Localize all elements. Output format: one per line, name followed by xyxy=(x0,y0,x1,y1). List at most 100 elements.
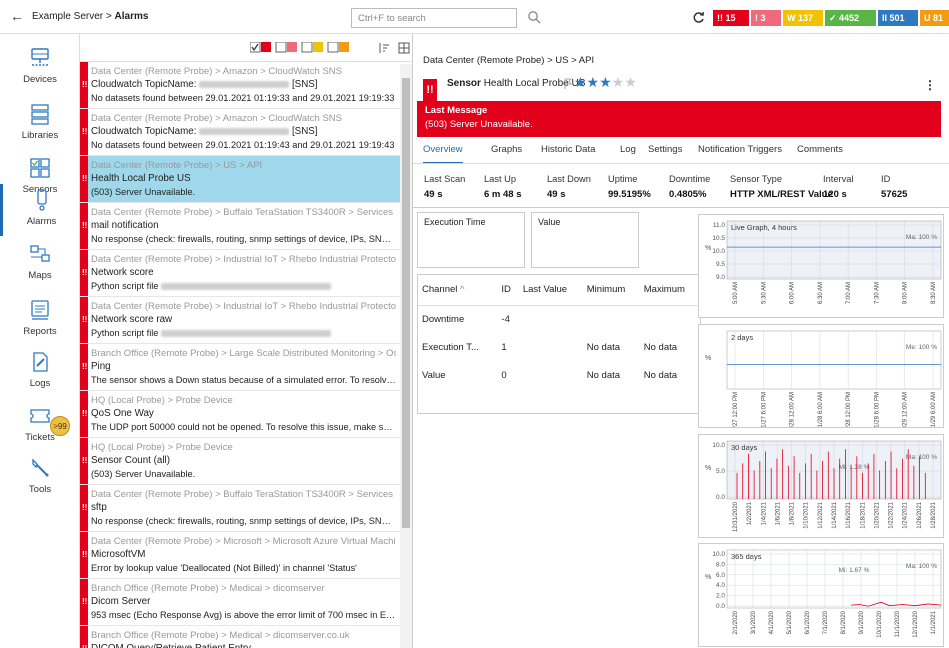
status-badge[interactable]: !! 15 xyxy=(713,10,749,26)
x-tick-label: 5:30 AM xyxy=(761,282,767,304)
nav-alarms-label: Alarms xyxy=(26,216,57,227)
refresh-icon[interactable] xyxy=(692,11,705,24)
table-row[interactable]: Downtime -4 xyxy=(418,305,700,333)
col-last-value[interactable]: Last Value xyxy=(519,275,583,305)
x-tick-label: 1/6/2021 xyxy=(775,501,781,525)
x-tick-label: 11/1/2020 xyxy=(895,610,901,637)
detail-tabs: Overview Graphs Historic Data Log Settin… xyxy=(423,144,943,164)
error-status-icon: !! xyxy=(80,438,88,484)
y-tick-label: 9.5 xyxy=(716,261,725,268)
x-tick-label: 8/1/2020 xyxy=(841,610,847,634)
redacted-text xyxy=(160,330,331,338)
nav-libraries[interactable]: Libraries xyxy=(0,94,80,156)
alarm-list-item[interactable]: !! Data Center (Remote Probe) > Microsoft… xyxy=(80,532,400,579)
alarm-list-item[interactable]: !!Branch Office (Remote Probe) > Medical… xyxy=(80,579,400,626)
alarm-path: HQ (Local Probe) > Probe Device xyxy=(91,395,233,406)
alarm-list-scrollbar[interactable] xyxy=(400,64,412,648)
breadcrumb-server[interactable]: Example Server xyxy=(32,11,103,22)
x-tick-label: 7:30 AM xyxy=(874,282,880,304)
scrollbar-thumb[interactable] xyxy=(402,78,410,528)
graph-365-days[interactable]: 365 days% 10.0 8.0 6.0 4.0 2.0 0.0 2/1/2020 3/1/… xyxy=(698,543,944,647)
alarm-sensor-name: Cloudwatch TopicName: [SNS] xyxy=(91,79,318,90)
x-tick-label: 9/1/2020 xyxy=(859,610,865,634)
x-tick-label: 1/28 12:00 AM xyxy=(790,392,796,428)
alarm-path: Data Center (Remote Probe) > Buffalo Ter… xyxy=(91,207,396,218)
alarm-list-item[interactable]: !! Data Center (Remote Probe) > Amazon > … xyxy=(80,109,400,156)
search-input[interactable]: Ctrl+F to search xyxy=(351,8,517,28)
alarm-list-item[interactable]: !! Data Center (Remote Probe) > Buffalo T… xyxy=(80,485,400,532)
status-badge[interactable]: II 501 xyxy=(878,10,918,26)
back-arrow-icon[interactable]: ← xyxy=(10,8,24,24)
nav-maps[interactable]: Maps xyxy=(0,234,80,296)
tab-log[interactable]: Log xyxy=(620,144,636,155)
alarm-sensor-name: sftp xyxy=(91,502,107,513)
alarm-path: Branch Office (Remote Probe) > Medical >… xyxy=(91,630,350,641)
status-badge[interactable]: W 137 xyxy=(783,10,823,26)
grid-view-icon[interactable] xyxy=(398,42,410,54)
x-tick-label: 8:30 AM xyxy=(931,282,937,304)
sort-icon[interactable] xyxy=(378,42,390,54)
alarm-list-item[interactable]: !! Data Center (Remote Probe) > Buffalo T… xyxy=(80,203,400,250)
error-status-icon: !! xyxy=(80,109,88,155)
y-tick-label: 9.0 xyxy=(716,274,725,281)
alarm-list-item[interactable]: !! Branch Office (Remote Probe) > Large S… xyxy=(80,344,400,391)
tab-notification-triggers[interactable]: Notification Triggers xyxy=(698,144,782,155)
nav-devices-label: Devices xyxy=(23,74,57,85)
search-icon[interactable] xyxy=(527,10,541,24)
col-id[interactable]: ID xyxy=(497,275,518,305)
error-status-icon: !! xyxy=(80,156,88,202)
status-badge[interactable]: ! 3 xyxy=(751,10,781,26)
alarm-path: Branch Office (Remote Probe) > Medical >… xyxy=(91,583,325,594)
table-row[interactable]: Execution T... 1 No data No data xyxy=(418,333,700,361)
nav-devices[interactable]: Devices xyxy=(0,38,80,100)
priority-stars[interactable]: ★★★★★ xyxy=(574,74,637,91)
x-tick-label: 1/14/2021 xyxy=(832,501,838,528)
tab-comments[interactable]: Comments xyxy=(797,144,843,155)
tab-historic-data[interactable]: Historic Data xyxy=(541,144,595,155)
x-tick-label: 1/12/2021 xyxy=(818,501,824,528)
alarm-path: Data Center (Remote Probe) > Microsoft >… xyxy=(91,536,396,547)
alarm-message: The UDP port 50000 could not be opened. … xyxy=(91,422,396,432)
alarm-list-item[interactable]: !! HQ (Local Probe) > Probe Device QoS One… xyxy=(80,391,400,438)
alarm-path: Data Center (Remote Probe) > Amazon > Cl… xyxy=(91,113,342,124)
alarms-icon xyxy=(36,189,47,211)
status-badge[interactable]: ✓ 4452 xyxy=(825,10,876,26)
status-badge[interactable]: U 81 xyxy=(920,10,949,26)
alarm-sensor-name: MicrosoftVM xyxy=(91,549,146,560)
alarm-list-item[interactable]: !! Data Center (Remote Probe) > Industria… xyxy=(80,297,400,344)
nav-maps-label: Maps xyxy=(28,270,52,281)
error-status-icon: !! xyxy=(80,344,88,390)
y-tick-label: 8.0 xyxy=(716,561,725,568)
col-minimum[interactable]: Minimum xyxy=(583,275,640,305)
error-status-icon: !! xyxy=(80,532,88,578)
stat-id: ID 57625 xyxy=(881,174,908,200)
more-menu-icon[interactable]: ⋮ xyxy=(924,78,936,92)
last-message-banner: Last Message (503) Server Unavailable. xyxy=(417,101,941,137)
col-channel[interactable]: Channel ^ xyxy=(418,275,497,305)
status-filter-checkboxes[interactable] xyxy=(249,41,370,57)
last-message-title: Last Message xyxy=(425,105,488,116)
last-message-text: (503) Server Unavailable. xyxy=(425,119,533,130)
x-tick-label: 1/8/2021 xyxy=(790,501,796,525)
tab-settings[interactable]: Settings xyxy=(648,144,682,155)
nav-alarms[interactable]: Alarms xyxy=(0,184,80,236)
x-tick-label: 1/28 12:00 PM xyxy=(846,392,852,428)
nav-logs[interactable]: Logs xyxy=(0,342,80,404)
tab-overview[interactable]: Overview xyxy=(423,144,463,164)
alarm-list-item[interactable]: !! Data Center (Remote Probe) > US > API H… xyxy=(80,156,400,203)
alarm-list-item[interactable]: !! HQ (Local Probe) > Probe Device Sensor … xyxy=(80,438,400,485)
alarm-path: Data Center (Remote Probe) > Amazon > Cl… xyxy=(91,66,342,77)
col-maximum[interactable]: Maximum xyxy=(640,275,700,305)
graph-2-days[interactable]: 2 days% 1/27 12:00 PM 1/27 6:00 PM 1/28 12:… xyxy=(698,324,944,428)
alarm-path: Data Center (Remote Probe) > Industrial … xyxy=(91,301,396,312)
alarm-list-item[interactable]: !! Data Center (Remote Probe) > Industria… xyxy=(80,250,400,297)
y-axis-label: % xyxy=(705,465,711,472)
table-row[interactable]: Value 0 No data No data xyxy=(418,361,700,389)
flag-icon[interactable] xyxy=(563,78,573,90)
graph-live-4-hours[interactable]: Live Graph, 4 hours% 11.0 10.5 10.0 9.5 9.0 5:… xyxy=(698,214,944,318)
graph-30-days[interactable]: 30 days%10.05.00.012/31/2020 1/2/2021 1/4/… xyxy=(698,434,944,538)
tab-graphs[interactable]: Graphs xyxy=(491,144,522,155)
alarm-list-item[interactable]: !! Data Center (Remote Probe) > Amazon > … xyxy=(80,62,400,109)
nav-tools[interactable]: Tools xyxy=(0,448,80,510)
alarm-list-item[interactable]: !!Branch Office (Remote Probe) > Medical… xyxy=(80,626,400,648)
